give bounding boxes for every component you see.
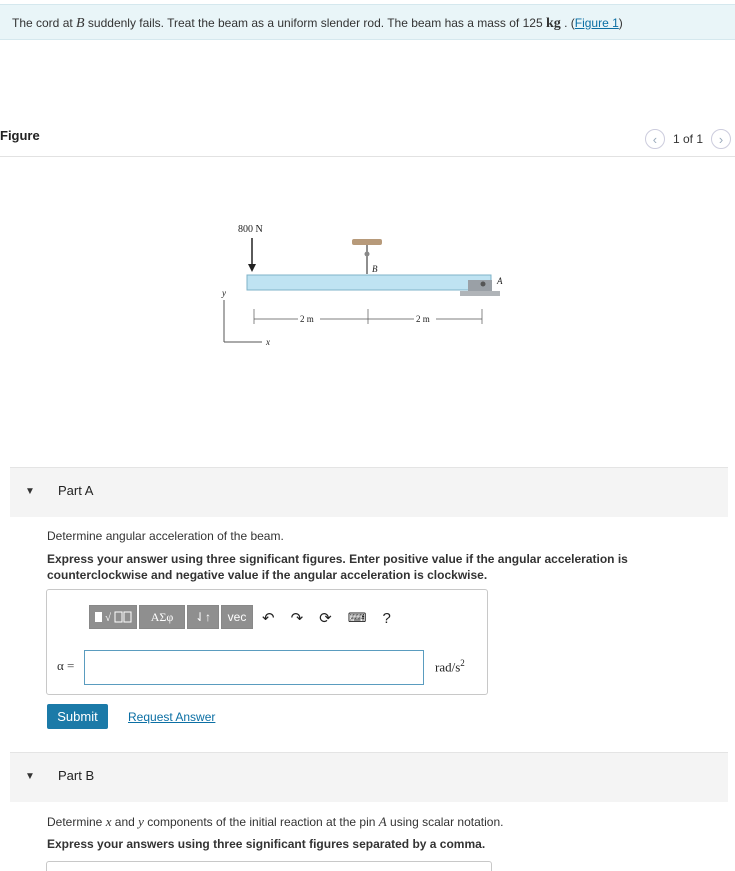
intro-text-2: suddenly fails. Treat the beam as a unif… [84, 16, 546, 30]
mass-unit: kg [545, 16, 561, 31]
answer-box-part-b [46, 861, 492, 871]
var-a: A [378, 814, 387, 829]
vector-button[interactable]: vec [221, 605, 253, 629]
y-axis-label: y [221, 288, 226, 298]
submit-button[interactable]: Submit [47, 704, 108, 729]
caret-down-icon: ▼ [25, 771, 35, 782]
beam-diagram: 800 N B A 2 m 2 m y x [221, 224, 503, 347]
greek-symbols-button[interactable]: ΑΣφ [139, 605, 185, 629]
math-toolbar: √ ΑΣφ ⇃↑ vec [89, 605, 253, 629]
problem-statement: The cord at B suddenly fails. Treat the … [12, 16, 623, 32]
figure-divider [0, 156, 735, 157]
cord-ring [364, 251, 370, 257]
figure-pager: ‹ 1 of 1 › [644, 129, 731, 149]
intro-text-1: The cord at [12, 16, 77, 30]
help-button[interactable]: ? [383, 610, 391, 627]
svg-text:√: √ [105, 612, 112, 624]
part-a-question: Determine angular acceleration of the be… [47, 529, 284, 543]
var-b: B [76, 16, 85, 31]
x-axis-label: x [265, 337, 270, 347]
edit-toolbar: ↶ ↷ ⟳ ⌨ ? [262, 609, 391, 628]
part-a-header[interactable]: ▼ Part A [10, 467, 728, 517]
answer-box-part-a: √ ΑΣφ ⇃↑ vec ↶ ↷ ⟳ ⌨ ? α = rad/s2 [46, 589, 488, 695]
pager-count: 1 of 1 [672, 132, 703, 146]
q3-text-1: Determine [47, 815, 106, 829]
load-label: 800 N [238, 224, 263, 235]
pin-support [468, 280, 492, 292]
intro-text-3: . ( [560, 16, 575, 30]
part-a-title: Part A [58, 483, 94, 498]
redo-icon[interactable]: ↷ [291, 609, 304, 627]
load-arrowhead [248, 264, 256, 272]
unit-exponent: 2 [460, 658, 465, 668]
templates-button[interactable]: √ [89, 605, 137, 629]
alpha-label: α = [57, 658, 75, 673]
templates-icon: √ [95, 611, 132, 624]
undo-icon[interactable]: ↶ [262, 609, 275, 627]
request-answer-link[interactable]: Request Answer [128, 710, 215, 724]
chevron-right-icon: › [718, 131, 724, 147]
answer-unit: rad/s2 [435, 658, 465, 675]
part-b-question: Determine x and y components of the init… [47, 814, 503, 830]
q3-text-4: using scalar notation. [386, 815, 504, 829]
beam [246, 274, 492, 291]
alpha-answer-input[interactable] [84, 650, 424, 685]
next-figure-button[interactable]: › [711, 129, 731, 149]
pin-a [480, 281, 486, 287]
arrows-button[interactable]: ⇃↑ [187, 605, 219, 629]
dim-right-label: 2 m [416, 314, 430, 324]
part-b-instructions: Express your answers using three signifi… [47, 837, 486, 851]
intro-text-4: ) [618, 16, 623, 30]
prev-figure-button[interactable]: ‹ [644, 129, 665, 149]
part-a-instructions: Express your answer using three signific… [47, 552, 628, 582]
caret-down-icon: ▼ [25, 486, 35, 497]
chevron-left-icon: ‹ [652, 131, 658, 147]
support-base [460, 291, 500, 296]
figure-heading: Figure [0, 128, 40, 143]
figure-link[interactable]: Figure 1 [575, 16, 619, 30]
ceiling-support [352, 239, 382, 245]
point-a-label: A [496, 276, 503, 286]
part-b-header[interactable]: ▼ Part B [10, 752, 728, 802]
keyboard-icon[interactable]: ⌨ [348, 610, 367, 626]
unit-base: rad/s [435, 659, 461, 675]
part-b-title: Part B [58, 768, 95, 783]
reset-icon[interactable]: ⟳ [319, 609, 332, 627]
q3-text-3: components of the initial reaction at th… [143, 815, 379, 829]
q3-text-2: and [111, 815, 139, 829]
dim-left-label: 2 m [300, 314, 314, 324]
point-b-label: B [372, 264, 378, 274]
problem-intro-banner: The cord at B suddenly fails. Treat the … [0, 4, 735, 40]
